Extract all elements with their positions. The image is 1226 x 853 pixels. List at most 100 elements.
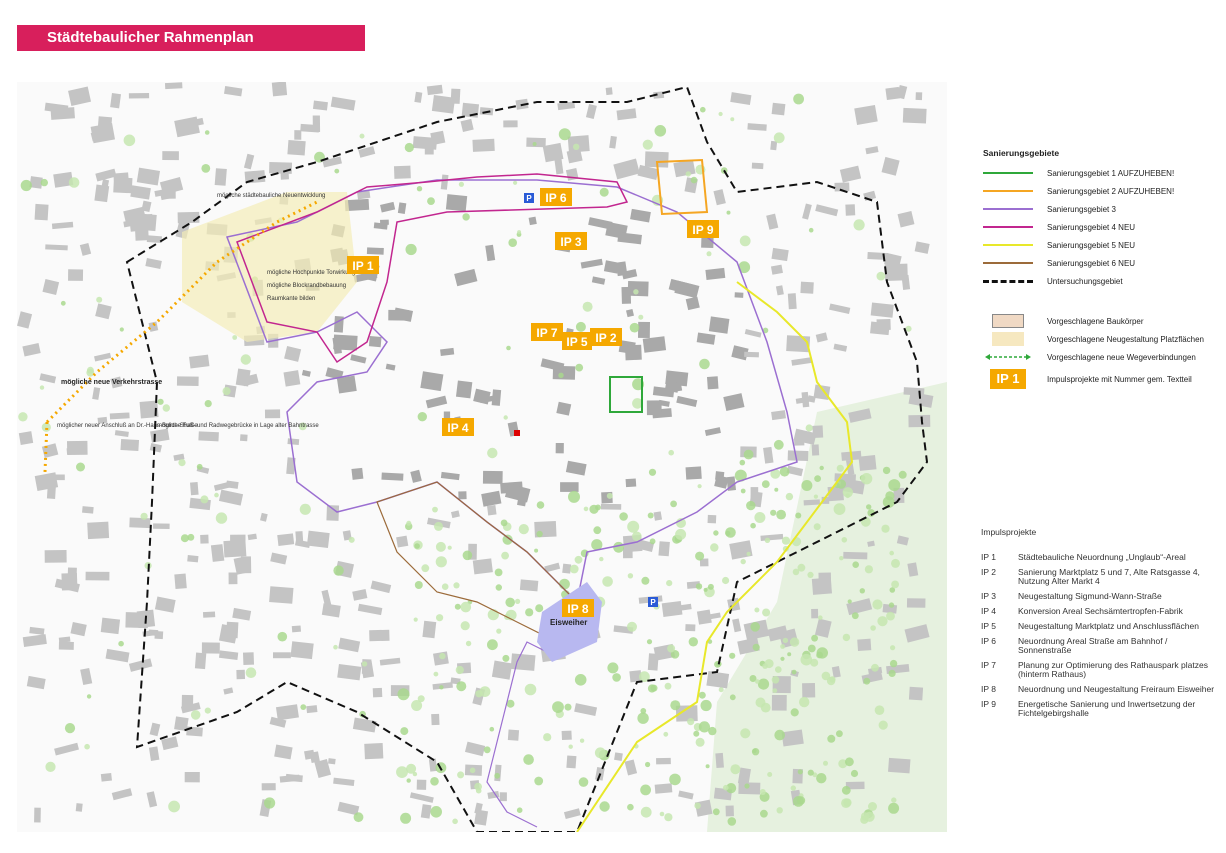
building — [416, 779, 427, 790]
tree — [859, 588, 865, 594]
red-marker — [514, 430, 520, 436]
building — [328, 758, 336, 765]
line-swatch-icon — [983, 190, 1033, 192]
tree — [740, 558, 746, 565]
ip-badge-1[interactable]: IP 1 — [347, 256, 379, 274]
tree — [558, 372, 564, 378]
ip-badge-6[interactable]: IP 6 — [540, 188, 572, 206]
building — [306, 705, 318, 714]
ip-badge-9[interactable]: IP 9 — [687, 220, 719, 238]
building — [287, 438, 300, 445]
svg-text:IP 9: IP 9 — [692, 223, 713, 237]
tree — [888, 479, 901, 492]
building — [264, 409, 281, 419]
tree — [776, 807, 783, 814]
legend-label: Sanierungsgebiet 2 AUFZUHEBEN! — [1047, 186, 1175, 196]
tree — [494, 772, 501, 779]
building — [845, 204, 856, 216]
tree — [411, 700, 423, 711]
building — [625, 478, 637, 488]
tree — [852, 561, 859, 568]
tree — [40, 178, 48, 187]
ip-badge-4[interactable]: IP 4 — [442, 418, 474, 436]
tree — [722, 576, 730, 585]
tree — [659, 811, 665, 817]
tree — [483, 746, 491, 754]
ip-badge-8[interactable]: IP 8 — [562, 599, 594, 617]
tree — [805, 424, 813, 432]
tree — [405, 243, 417, 256]
building — [627, 280, 649, 297]
line-swatch-icon — [983, 262, 1033, 264]
building — [482, 470, 503, 484]
tree — [836, 464, 844, 472]
tree — [666, 580, 673, 587]
building — [561, 730, 572, 741]
tree — [506, 345, 511, 351]
tree — [568, 490, 580, 503]
building — [129, 213, 154, 232]
tree — [705, 764, 710, 769]
building — [422, 620, 437, 639]
impulsprojekt-item: IP 6 Neuordnung Areal Straße am Bahnhof /… — [981, 637, 1221, 655]
building — [637, 321, 651, 338]
tree — [204, 130, 210, 135]
building — [646, 400, 662, 416]
svg-text:IP 5: IP 5 — [566, 335, 587, 349]
tree — [670, 500, 677, 508]
tree — [787, 652, 792, 657]
building — [380, 219, 389, 226]
ip-badge-7[interactable]: IP 7 — [531, 323, 563, 341]
legend-label: Vorgeschlagene Neugestaltung Platzfläche… — [1047, 334, 1204, 344]
building — [654, 783, 673, 794]
building — [164, 82, 183, 90]
tree — [693, 730, 700, 737]
building — [811, 444, 820, 456]
label-neuentwicklung: mögliche städtebauliche Neuentwicklung — [217, 193, 325, 199]
ip-badge-5[interactable]: IP 5 — [562, 332, 592, 350]
tree — [397, 688, 410, 701]
tree — [813, 494, 819, 499]
tree — [508, 238, 517, 247]
legend-row-sanierungsgebiet: Sanierungsgebiet 3 — [983, 200, 1223, 218]
svg-text:IP 4: IP 4 — [447, 421, 468, 435]
building — [381, 472, 404, 481]
tree — [876, 271, 886, 281]
ip-badge-3[interactable]: IP 3 — [555, 232, 587, 250]
legend-label: Vorgeschlagene Baukörper — [1047, 316, 1144, 326]
tree — [807, 644, 816, 653]
impulsprojekt-item: IP 8 Neuordnung und Neugestaltung Freirau… — [981, 685, 1221, 694]
ip-badge-2[interactable]: IP 2 — [590, 328, 622, 346]
tree — [187, 533, 195, 541]
tree — [819, 465, 824, 471]
label-fussweg: mögliche Fuß- und Radwegebrücke in Lage … — [157, 423, 319, 429]
tree — [774, 487, 779, 492]
tree — [707, 583, 714, 590]
tree — [761, 480, 770, 488]
tree — [45, 761, 56, 773]
building — [290, 641, 314, 660]
building — [503, 120, 518, 128]
tree — [400, 812, 412, 824]
tree — [359, 133, 365, 139]
tree — [503, 415, 508, 420]
building — [499, 792, 507, 802]
tree — [299, 503, 311, 515]
tree — [730, 764, 741, 775]
tree — [670, 700, 681, 711]
page-title: Städtebaulicher Rahmenplan — [17, 25, 365, 51]
tree — [698, 721, 711, 733]
tree — [881, 524, 890, 533]
legend-row-sanierungsgebiet: Sanierungsgebiet 1 AUFZUHEBEN! — [983, 164, 1223, 182]
tree — [871, 663, 879, 672]
building — [771, 694, 787, 711]
building — [369, 629, 390, 642]
legend-label: Sanierungsgebiet 4 NEU — [1047, 222, 1136, 232]
tree — [559, 578, 570, 590]
urban-plan-map[interactable]: mögliche städtebauliche Neuentwicklung m… — [17, 82, 947, 832]
building — [794, 440, 805, 446]
tree — [361, 661, 368, 667]
building — [450, 88, 461, 104]
tree — [851, 612, 859, 620]
tree — [882, 466, 891, 475]
